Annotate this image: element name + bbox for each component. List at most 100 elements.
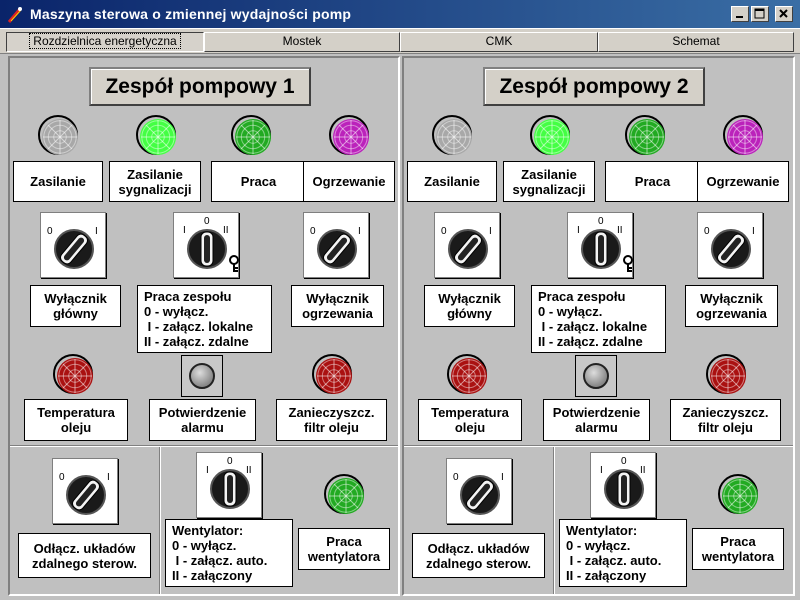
rotary-knob-icon xyxy=(460,475,500,515)
rotary-knob-icon xyxy=(711,229,751,269)
alarm-label: Temperatura oleju xyxy=(24,399,128,441)
remote-switch[interactable]: 0I xyxy=(446,458,512,524)
indicator-lamp xyxy=(530,115,570,155)
alarm-label: Temperatura oleju xyxy=(418,399,522,441)
switch-position-label: 0 xyxy=(310,226,316,237)
section-divider xyxy=(404,445,793,447)
unit-title: Zespół pompowy 1 xyxy=(89,67,311,106)
fan-lamp xyxy=(718,474,758,514)
main-switch[interactable]: 0I xyxy=(40,212,106,278)
switch-position-label: I xyxy=(206,465,209,476)
section-divider xyxy=(553,447,555,594)
indicator-lamp xyxy=(38,115,78,155)
fan-lamp-label: Praca wentylatora xyxy=(692,528,784,570)
section-divider xyxy=(10,445,398,447)
switch-position-label: I xyxy=(183,225,186,236)
switch-position-label: 0 xyxy=(59,472,65,483)
indicator-label: Praca xyxy=(211,161,306,202)
switch-position-label: 0 xyxy=(704,226,710,237)
switch-position-label: 0 xyxy=(453,472,459,483)
switch-position-label: I xyxy=(501,472,504,483)
switch-position-label: 0 xyxy=(47,226,53,237)
key-icon xyxy=(229,255,239,272)
switch-position-label: I xyxy=(577,225,580,236)
rotary-knob-icon xyxy=(448,229,488,269)
tab-mostek[interactable]: Mostek xyxy=(204,32,400,52)
app-icon xyxy=(7,7,22,23)
maximize-button[interactable] xyxy=(751,6,769,22)
tab-label: CMK xyxy=(485,34,513,48)
unit-title: Zespół pompowy 2 xyxy=(483,67,705,106)
switch-position-label: 0 xyxy=(441,226,447,237)
switch-position-label: I xyxy=(95,226,98,237)
tab-cmk[interactable]: CMK xyxy=(400,32,598,52)
heating-switch-label: Wyłącznik ogrzewania xyxy=(291,285,384,327)
indicator-label: Zasilanie sygnalizacji xyxy=(109,161,201,202)
mode-switch[interactable]: I 0 II xyxy=(173,212,239,278)
rotary-knob-icon xyxy=(66,475,106,515)
tab-schemat[interactable]: Schemat xyxy=(598,32,794,52)
fan-switch-label: Wentylator: 0 - wyłącz. I - załącz. auto… xyxy=(559,519,687,587)
tab-label: Mostek xyxy=(282,34,322,48)
tab-bar: Rozdzielnica energetyczna Mostek CMK Sch… xyxy=(0,29,800,54)
mode-switch-label: Praca zespołu 0 - wyłącz. I - załącz. lo… xyxy=(137,285,272,353)
alarm-lamp xyxy=(53,354,93,394)
indicator-lamp xyxy=(432,115,472,155)
rotary-knob-icon xyxy=(317,229,357,269)
heating-switch[interactable]: 0I xyxy=(303,212,369,278)
heating-switch[interactable]: 0I xyxy=(697,212,763,278)
switch-position-label: I xyxy=(752,226,755,237)
title-bar: Maszyna sterowa o zmiennej wydajności po… xyxy=(0,0,800,29)
rotary-knob-icon xyxy=(54,229,94,269)
tab-label: Rozdzielnica energetyczna xyxy=(29,33,181,49)
minimize-button[interactable] xyxy=(731,6,749,22)
indicator-label: Zasilanie xyxy=(13,161,103,202)
switch-position-label: II xyxy=(640,465,646,476)
close-button[interactable] xyxy=(775,6,793,22)
alarm-label: Zanieczyszcz. filtr oleju xyxy=(276,399,387,441)
indicator-lamp xyxy=(723,115,763,155)
fan-switch[interactable]: I 0 II xyxy=(590,452,656,518)
minimize-icon xyxy=(736,16,743,18)
alarm-ack-button[interactable] xyxy=(181,355,223,397)
indicator-label: Ogrzewanie xyxy=(303,161,395,202)
switch-position-label: II xyxy=(223,225,229,236)
fan-lamp xyxy=(324,474,364,514)
switch-position-label: I xyxy=(358,226,361,237)
indicator-label: Zasilanie sygnalizacji xyxy=(503,161,595,202)
alarm-label: Zanieczyszcz. filtr oleju xyxy=(670,399,781,441)
indicator-lamp xyxy=(625,115,665,155)
remote-switch[interactable]: 0I xyxy=(52,458,118,524)
key-icon xyxy=(623,255,633,272)
switch-position-label: II xyxy=(246,465,252,476)
maximize-icon xyxy=(754,8,765,19)
close-icon xyxy=(779,9,788,18)
switch-position-label: I xyxy=(107,472,110,483)
switch-position-label: I xyxy=(489,226,492,237)
switch-position-label: 0 xyxy=(598,216,604,227)
remote-switch-label: Odłącz. układów zdalnego sterow. xyxy=(412,533,545,578)
tab-rozdzielnica[interactable]: Rozdzielnica energetyczna xyxy=(6,32,204,52)
main-switch-label: Wyłącznik główny xyxy=(424,285,515,327)
heating-switch-label: Wyłącznik ogrzewania xyxy=(685,285,778,327)
fan-switch[interactable]: I 0 II xyxy=(196,452,262,518)
remote-switch-label: Odłącz. układów zdalnego sterow. xyxy=(18,533,151,578)
window-title: Maszyna sterowa o zmiennej wydajności po… xyxy=(30,6,352,22)
alarm-label: Potwierdzenie alarmu xyxy=(543,399,650,441)
alarm-lamp xyxy=(447,354,487,394)
alarm-lamp xyxy=(706,354,746,394)
switch-position-label: 0 xyxy=(621,456,627,467)
fan-switch-label: Wentylator: 0 - wyłącz. I - załącz. auto… xyxy=(165,519,293,587)
mode-switch[interactable]: I 0 II xyxy=(567,212,633,278)
main-switch-label: Wyłącznik główny xyxy=(30,285,121,327)
indicator-label: Zasilanie xyxy=(407,161,497,202)
tab-label: Schemat xyxy=(672,34,720,48)
indicator-label: Praca xyxy=(605,161,700,202)
indicator-label: Ogrzewanie xyxy=(697,161,789,202)
main-switch[interactable]: 0I xyxy=(434,212,500,278)
indicator-lamp xyxy=(231,115,271,155)
switch-position-label: 0 xyxy=(227,456,233,467)
indicator-lamp xyxy=(329,115,369,155)
section-divider xyxy=(159,447,161,594)
alarm-ack-button[interactable] xyxy=(575,355,617,397)
